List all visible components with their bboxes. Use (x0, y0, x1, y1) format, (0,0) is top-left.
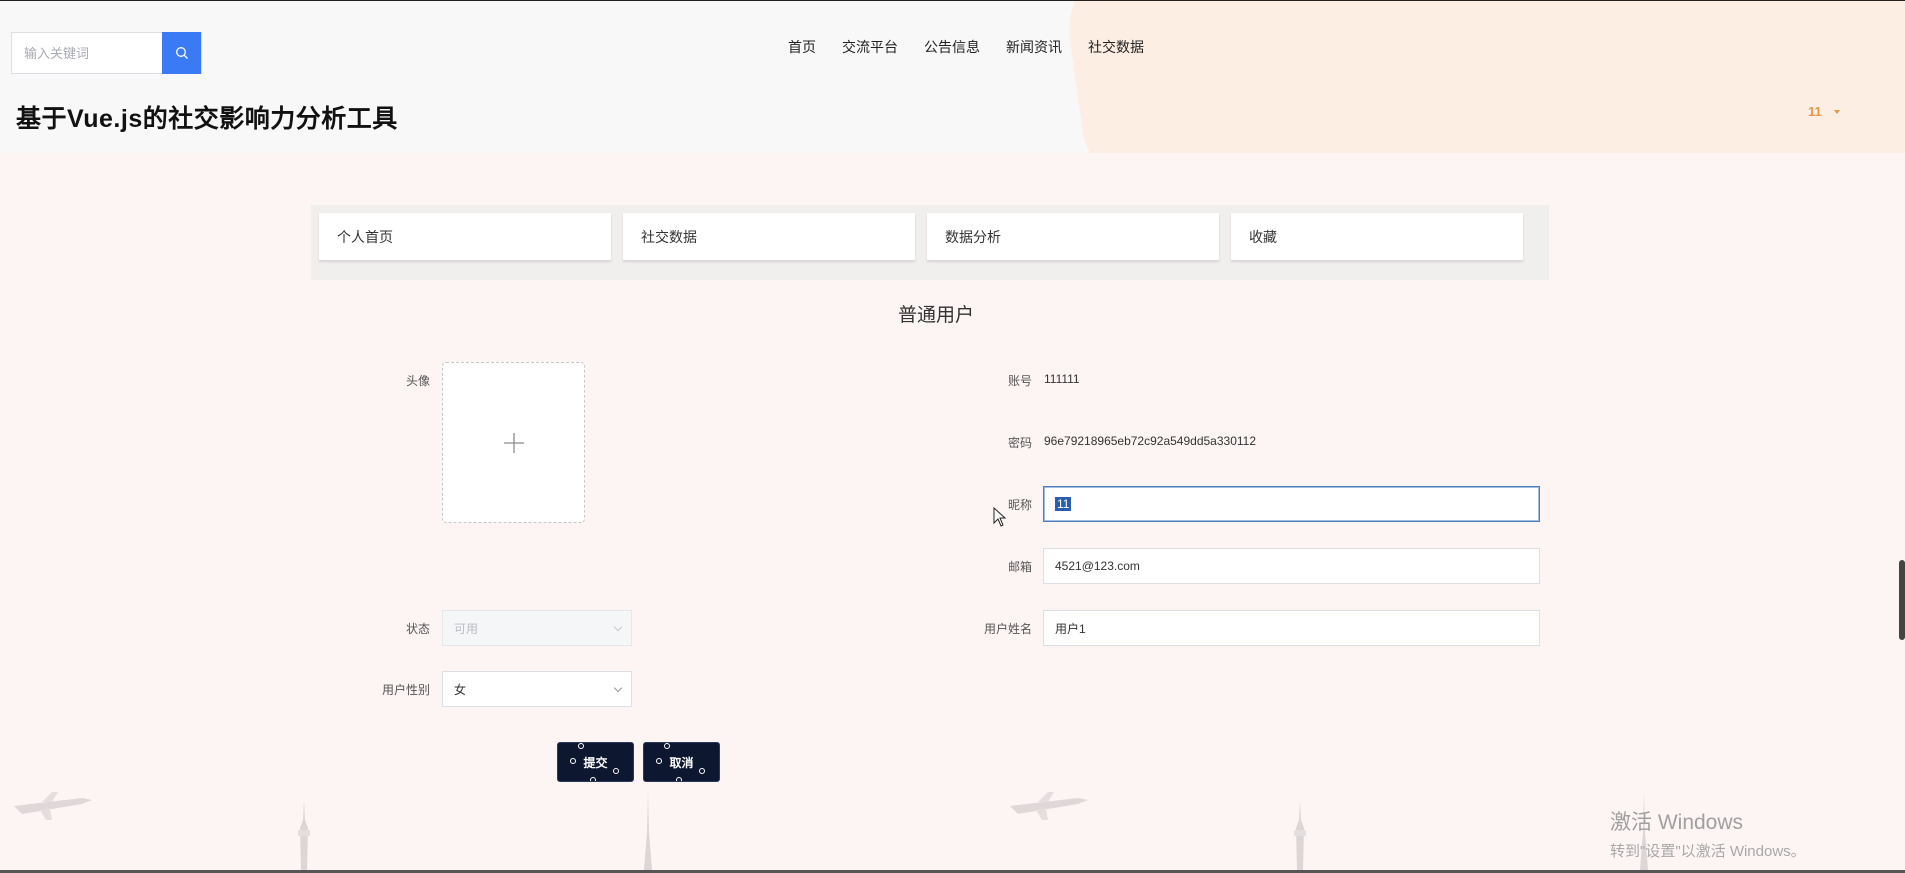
scrollbar-handle[interactable] (1899, 560, 1905, 640)
nav-item-forum[interactable]: 交流平台 (829, 38, 911, 56)
tab-favorites[interactable]: 收藏 (1231, 213, 1523, 261)
windows-activation-watermark: 激活 Windows 转到"设置"以激活 Windows。 (1610, 806, 1806, 861)
nickname-value: 11 (1055, 497, 1072, 511)
account-label: 账号 (1007, 374, 1032, 388)
username-value: 用户1 (1055, 621, 1086, 636)
password-value: 96e79218965eb72c92a549dd5a330112 (1044, 434, 1256, 448)
chevron-down-icon (613, 683, 623, 692)
header-decoration (1058, 1, 1905, 153)
caret-down-icon (1833, 109, 1840, 114)
search-input[interactable] (12, 33, 162, 73)
nav-item-home[interactable]: 首页 (775, 38, 829, 56)
nav-item-news[interactable]: 新闻资讯 (993, 38, 1075, 56)
avatar-upload[interactable] (442, 362, 585, 523)
nav-item-social-data[interactable]: 社交数据 (1075, 38, 1157, 56)
bubble-decoration (676, 777, 682, 781)
avatar-label: 头像 (405, 374, 430, 388)
plus-icon (503, 432, 524, 453)
site-title: 基于Vue.js的社交影响力分析工具 (16, 105, 398, 133)
bubble-decoration (699, 768, 705, 774)
bubble-decoration (590, 777, 596, 781)
username-label: 用户姓名 (983, 622, 1032, 636)
gender-value: 女 (454, 682, 467, 697)
email-label: 邮箱 (1007, 560, 1032, 574)
gender-select[interactable]: 女 (442, 671, 632, 707)
tower-decoration (298, 800, 310, 870)
submit-button[interactable]: 提交 (557, 742, 634, 782)
nav-item-announcements[interactable]: 公告信息 (911, 38, 993, 56)
nickname-input[interactable]: 11 (1043, 486, 1540, 522)
bubble-decoration (613, 768, 619, 774)
cancel-label: 取消 (669, 755, 694, 770)
airplane-decoration (1010, 792, 1088, 820)
status-label: 状态 (405, 622, 430, 636)
status-value: 可用 (454, 621, 479, 636)
bubble-decoration (570, 758, 576, 764)
main-nav: 首页 交流平台 公告信息 新闻资讯 社交数据 (775, 38, 1157, 56)
password-label: 密码 (1007, 436, 1032, 450)
submit-label: 提交 (583, 755, 608, 770)
site-header: 首页 交流平台 公告信息 新闻资讯 社交数据 基于Vue.js的社交影响力分析工… (0, 1, 1905, 153)
mouse-cursor-icon (993, 507, 1007, 527)
search-button[interactable] (162, 32, 201, 74)
profile-tabs: 个人首页 社交数据 数据分析 收藏 (311, 205, 1549, 280)
account-value: 111111 (1044, 372, 1080, 386)
email-value: 4521@123.com (1055, 559, 1140, 573)
search-box (11, 32, 202, 74)
user-menu[interactable]: 11 (1808, 104, 1840, 119)
bubble-decoration (664, 743, 670, 749)
tab-data-analysis[interactable]: 数据分析 (927, 213, 1219, 261)
tab-social-data[interactable]: 社交数据 (623, 213, 915, 261)
airplane-decoration (14, 792, 92, 820)
section-title: 普通用户 (897, 305, 974, 326)
search-icon (175, 47, 188, 59)
email-input[interactable]: 4521@123.com (1043, 548, 1540, 584)
tower-decoration (1294, 800, 1306, 870)
watermark-subtitle: 转到"设置"以激活 Windows。 (1610, 843, 1806, 860)
chevron-down-icon (613, 622, 623, 631)
watermark-title: 激活 Windows (1610, 811, 1744, 834)
cancel-button[interactable]: 取消 (643, 742, 720, 782)
tower-decoration (644, 792, 652, 870)
bubble-decoration (578, 743, 584, 749)
tab-personal-home[interactable]: 个人首页 (319, 213, 611, 261)
gender-label: 用户性别 (381, 683, 430, 697)
bubble-decoration (656, 758, 662, 764)
user-name: 11 (1808, 104, 1822, 119)
status-select: 可用 (442, 610, 632, 646)
username-input[interactable]: 用户1 (1043, 610, 1540, 646)
